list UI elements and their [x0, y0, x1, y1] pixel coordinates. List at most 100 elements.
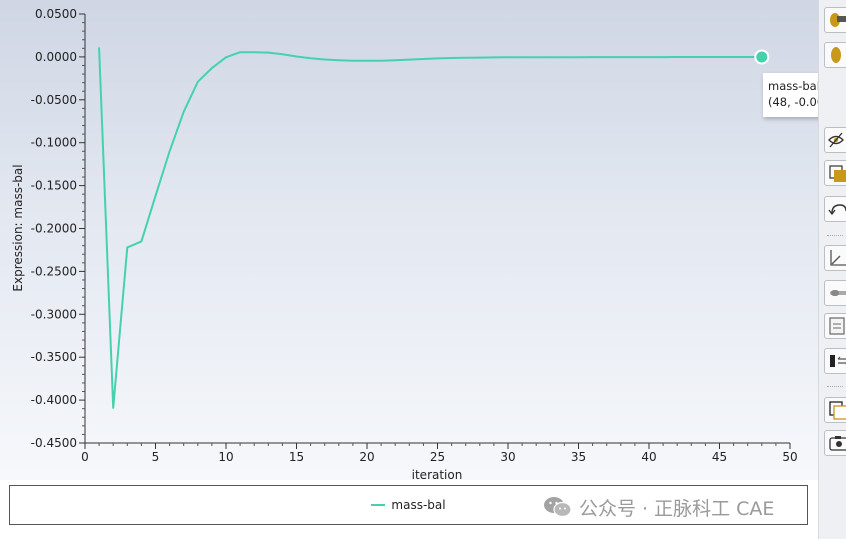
document-icon	[829, 317, 845, 335]
y-tick-label: -0.0500	[31, 93, 77, 107]
fill-color-icon	[829, 165, 846, 182]
arrows-icon	[830, 355, 846, 367]
data-point[interactable]	[605, 56, 608, 58]
toolbar-separator	[827, 235, 843, 236]
copy-icon	[829, 401, 846, 420]
data-point[interactable]	[394, 59, 397, 62]
data-point[interactable]	[690, 56, 693, 58]
data-tooltip: mass-bal (48, -0.0001)	[763, 73, 823, 117]
data-point[interactable]	[535, 56, 537, 59]
data-point[interactable]	[634, 56, 636, 58]
data-point[interactable]	[479, 56, 481, 59]
series-line-mass-bal	[98, 47, 762, 409]
toolbar-separator	[827, 386, 843, 387]
data-point[interactable]	[197, 80, 199, 83]
toolbar-button-undo[interactable]	[824, 196, 846, 222]
data-point[interactable]	[366, 59, 368, 62]
data-point[interactable]	[577, 56, 580, 58]
data-point[interactable]	[464, 56, 467, 59]
y-tick-label: -0.2000	[31, 222, 77, 236]
x-tick-label: 50	[782, 450, 797, 464]
toolbar-button-fill[interactable]	[824, 160, 846, 186]
x-tick-label: 35	[571, 450, 586, 464]
data-point[interactable]	[253, 51, 255, 53]
axes-icon	[830, 250, 846, 266]
watermark: 公众号 · 正脉科工 CAE	[543, 493, 774, 521]
data-point[interactable]	[309, 57, 312, 59]
data-point[interactable]	[549, 56, 552, 58]
toolbar-button-copy[interactable]	[824, 397, 846, 423]
x-tick-label: 5	[152, 450, 160, 464]
data-point[interactable]	[295, 55, 298, 58]
line-chart: 0 5 10 15 20 25 30 35 40 45 50 0.0500 0.0000 -0.0500 -…	[11, 7, 798, 480]
data-point[interactable]	[267, 51, 270, 54]
x-tick-label: 30	[500, 450, 515, 464]
data-point[interactable]	[648, 56, 650, 58]
data-point[interactable]	[182, 111, 185, 113]
data-point[interactable]	[239, 51, 241, 53]
x-tick-label: 0	[81, 450, 89, 464]
legend-entry-mass-bal[interactable]: mass-bal	[391, 498, 445, 512]
data-point[interactable]	[563, 56, 566, 58]
x-axis-label: iteration	[412, 468, 463, 480]
data-point[interactable]	[352, 59, 354, 62]
data-point[interactable]	[168, 150, 171, 153]
legend-swatch-mass-bal	[371, 504, 386, 506]
y-tick-label: -0.4000	[31, 393, 77, 407]
hover-point-marker[interactable]	[754, 49, 770, 65]
data-point[interactable]	[662, 56, 664, 58]
data-point[interactable]	[323, 58, 326, 61]
data-point[interactable]	[676, 56, 678, 58]
data-point[interactable]	[507, 56, 509, 59]
data-point[interactable]	[620, 56, 622, 58]
toolbar-button-slider[interactable]	[824, 280, 846, 306]
data-point[interactable]	[98, 47, 100, 49]
data-point[interactable]	[380, 59, 382, 62]
toolbar-button-cylinder[interactable]	[824, 42, 846, 68]
cylinder-icon	[831, 47, 841, 63]
shape-tool-icon	[830, 13, 846, 27]
data-point[interactable]	[591, 56, 594, 58]
toolbar-button-axes[interactable]	[824, 245, 846, 271]
y-tick-label: -0.1500	[31, 179, 77, 193]
toolbar-button-visibility[interactable]	[824, 127, 846, 153]
data-point[interactable]	[521, 56, 523, 59]
data-point[interactable]	[746, 56, 749, 58]
plot-area: 0 5 10 15 20 25 30 35 40 45 50 0.0500 0.0000 -0.0500 -…	[0, 0, 823, 480]
data-point[interactable]	[112, 407, 114, 409]
data-point[interactable]	[126, 246, 129, 249]
toolbar-button-shape[interactable]	[824, 7, 846, 33]
y-tick-label: 0.0500	[35, 7, 77, 21]
data-point[interactable]	[704, 56, 707, 58]
data-point[interactable]	[450, 57, 453, 59]
data-point[interactable]	[154, 195, 157, 197]
data-point[interactable]	[211, 67, 213, 69]
y-tick-label: -0.4500	[31, 436, 77, 450]
data-point[interactable]	[422, 58, 425, 60]
watermark-text: 公众号 · 正脉科工 CAE	[579, 497, 775, 520]
right-toolbar	[818, 0, 846, 539]
data-point[interactable]	[338, 59, 340, 62]
y-tick-label: -0.1000	[31, 136, 77, 150]
eye-visibility-icon	[828, 132, 844, 148]
tooltip-series-name: mass-bal	[768, 79, 820, 93]
toolbar-button-camera[interactable]	[824, 430, 846, 456]
x-tick-label: 20	[359, 450, 374, 464]
tooltip-point-value: (48, -0.0001)	[768, 95, 823, 109]
toolbar-button-document[interactable]	[824, 313, 846, 339]
data-point[interactable]	[493, 56, 495, 59]
wechat-icon	[544, 497, 572, 518]
data-point[interactable]	[408, 58, 411, 61]
y-tick-label: -0.3000	[31, 307, 77, 321]
x-tick-label: 45	[712, 450, 727, 464]
data-point[interactable]	[225, 56, 227, 59]
data-point[interactable]	[718, 56, 721, 58]
x-tick-label: 40	[641, 450, 656, 464]
toolbar-button-arrows[interactable]	[824, 348, 846, 374]
data-point[interactable]	[732, 56, 735, 58]
data-point[interactable]	[281, 53, 284, 56]
y-axis-label: Expression: mass-bal	[11, 164, 25, 291]
data-point[interactable]	[436, 57, 439, 60]
x-tick-label: 10	[218, 450, 233, 464]
data-point[interactable]	[140, 240, 143, 243]
